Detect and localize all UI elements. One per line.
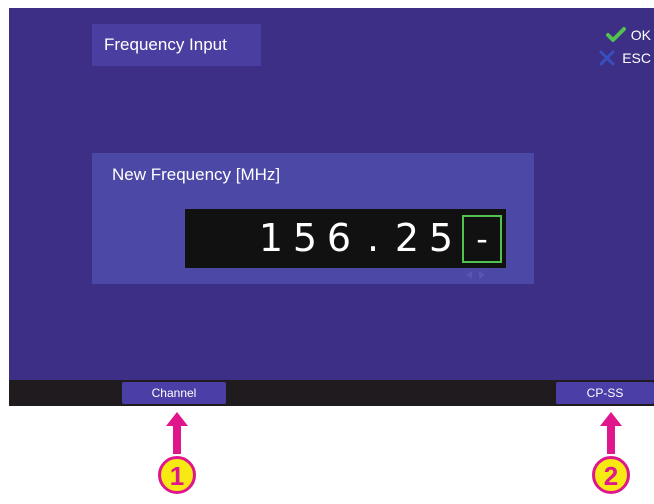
frequency-decimal-point: . (366, 216, 380, 260)
frequency-cursor-field[interactable]: - (462, 214, 502, 263)
frequency-digit: 2 (394, 216, 420, 260)
arrow-up-icon (166, 412, 188, 454)
cursor-navigation-hint (464, 270, 487, 280)
callout-number: 2 (592, 456, 630, 494)
esc-softkey[interactable]: ESC (597, 49, 651, 67)
frequency-digit: 6 (326, 216, 352, 260)
frequency-display[interactable]: 1 5 6 . 2 5 - (185, 209, 506, 268)
check-icon (605, 27, 626, 42)
cursor-value: - (476, 219, 488, 258)
device-screen: Frequency Input OK ESC New Frequency [MH… (9, 8, 654, 380)
ok-softkey[interactable]: OK (605, 26, 651, 44)
triangle-right-icon (479, 271, 485, 279)
channel-button[interactable]: Channel (122, 382, 226, 404)
callout-2: 2 (591, 410, 631, 504)
triangle-left-icon (466, 271, 472, 279)
callout-number: 1 (158, 456, 196, 494)
x-icon (599, 50, 615, 66)
cp-ss-button[interactable]: CP-SS (556, 382, 654, 404)
frequency-digit: 1 (258, 216, 284, 260)
frequency-digit: 5 (428, 216, 454, 260)
callout-1: 1 (157, 410, 197, 504)
arrow-up-icon (600, 412, 622, 454)
frequency-panel: New Frequency [MHz] 1 5 6 . 2 5 - (92, 153, 534, 284)
page-title: Frequency Input (92, 24, 261, 66)
frequency-digit: 5 (292, 216, 318, 260)
esc-label: ESC (622, 50, 651, 66)
softkey-bar: Channel CP-SS (9, 380, 654, 406)
ok-label: OK (630, 27, 651, 43)
frequency-label: New Frequency [MHz] (112, 165, 281, 184)
